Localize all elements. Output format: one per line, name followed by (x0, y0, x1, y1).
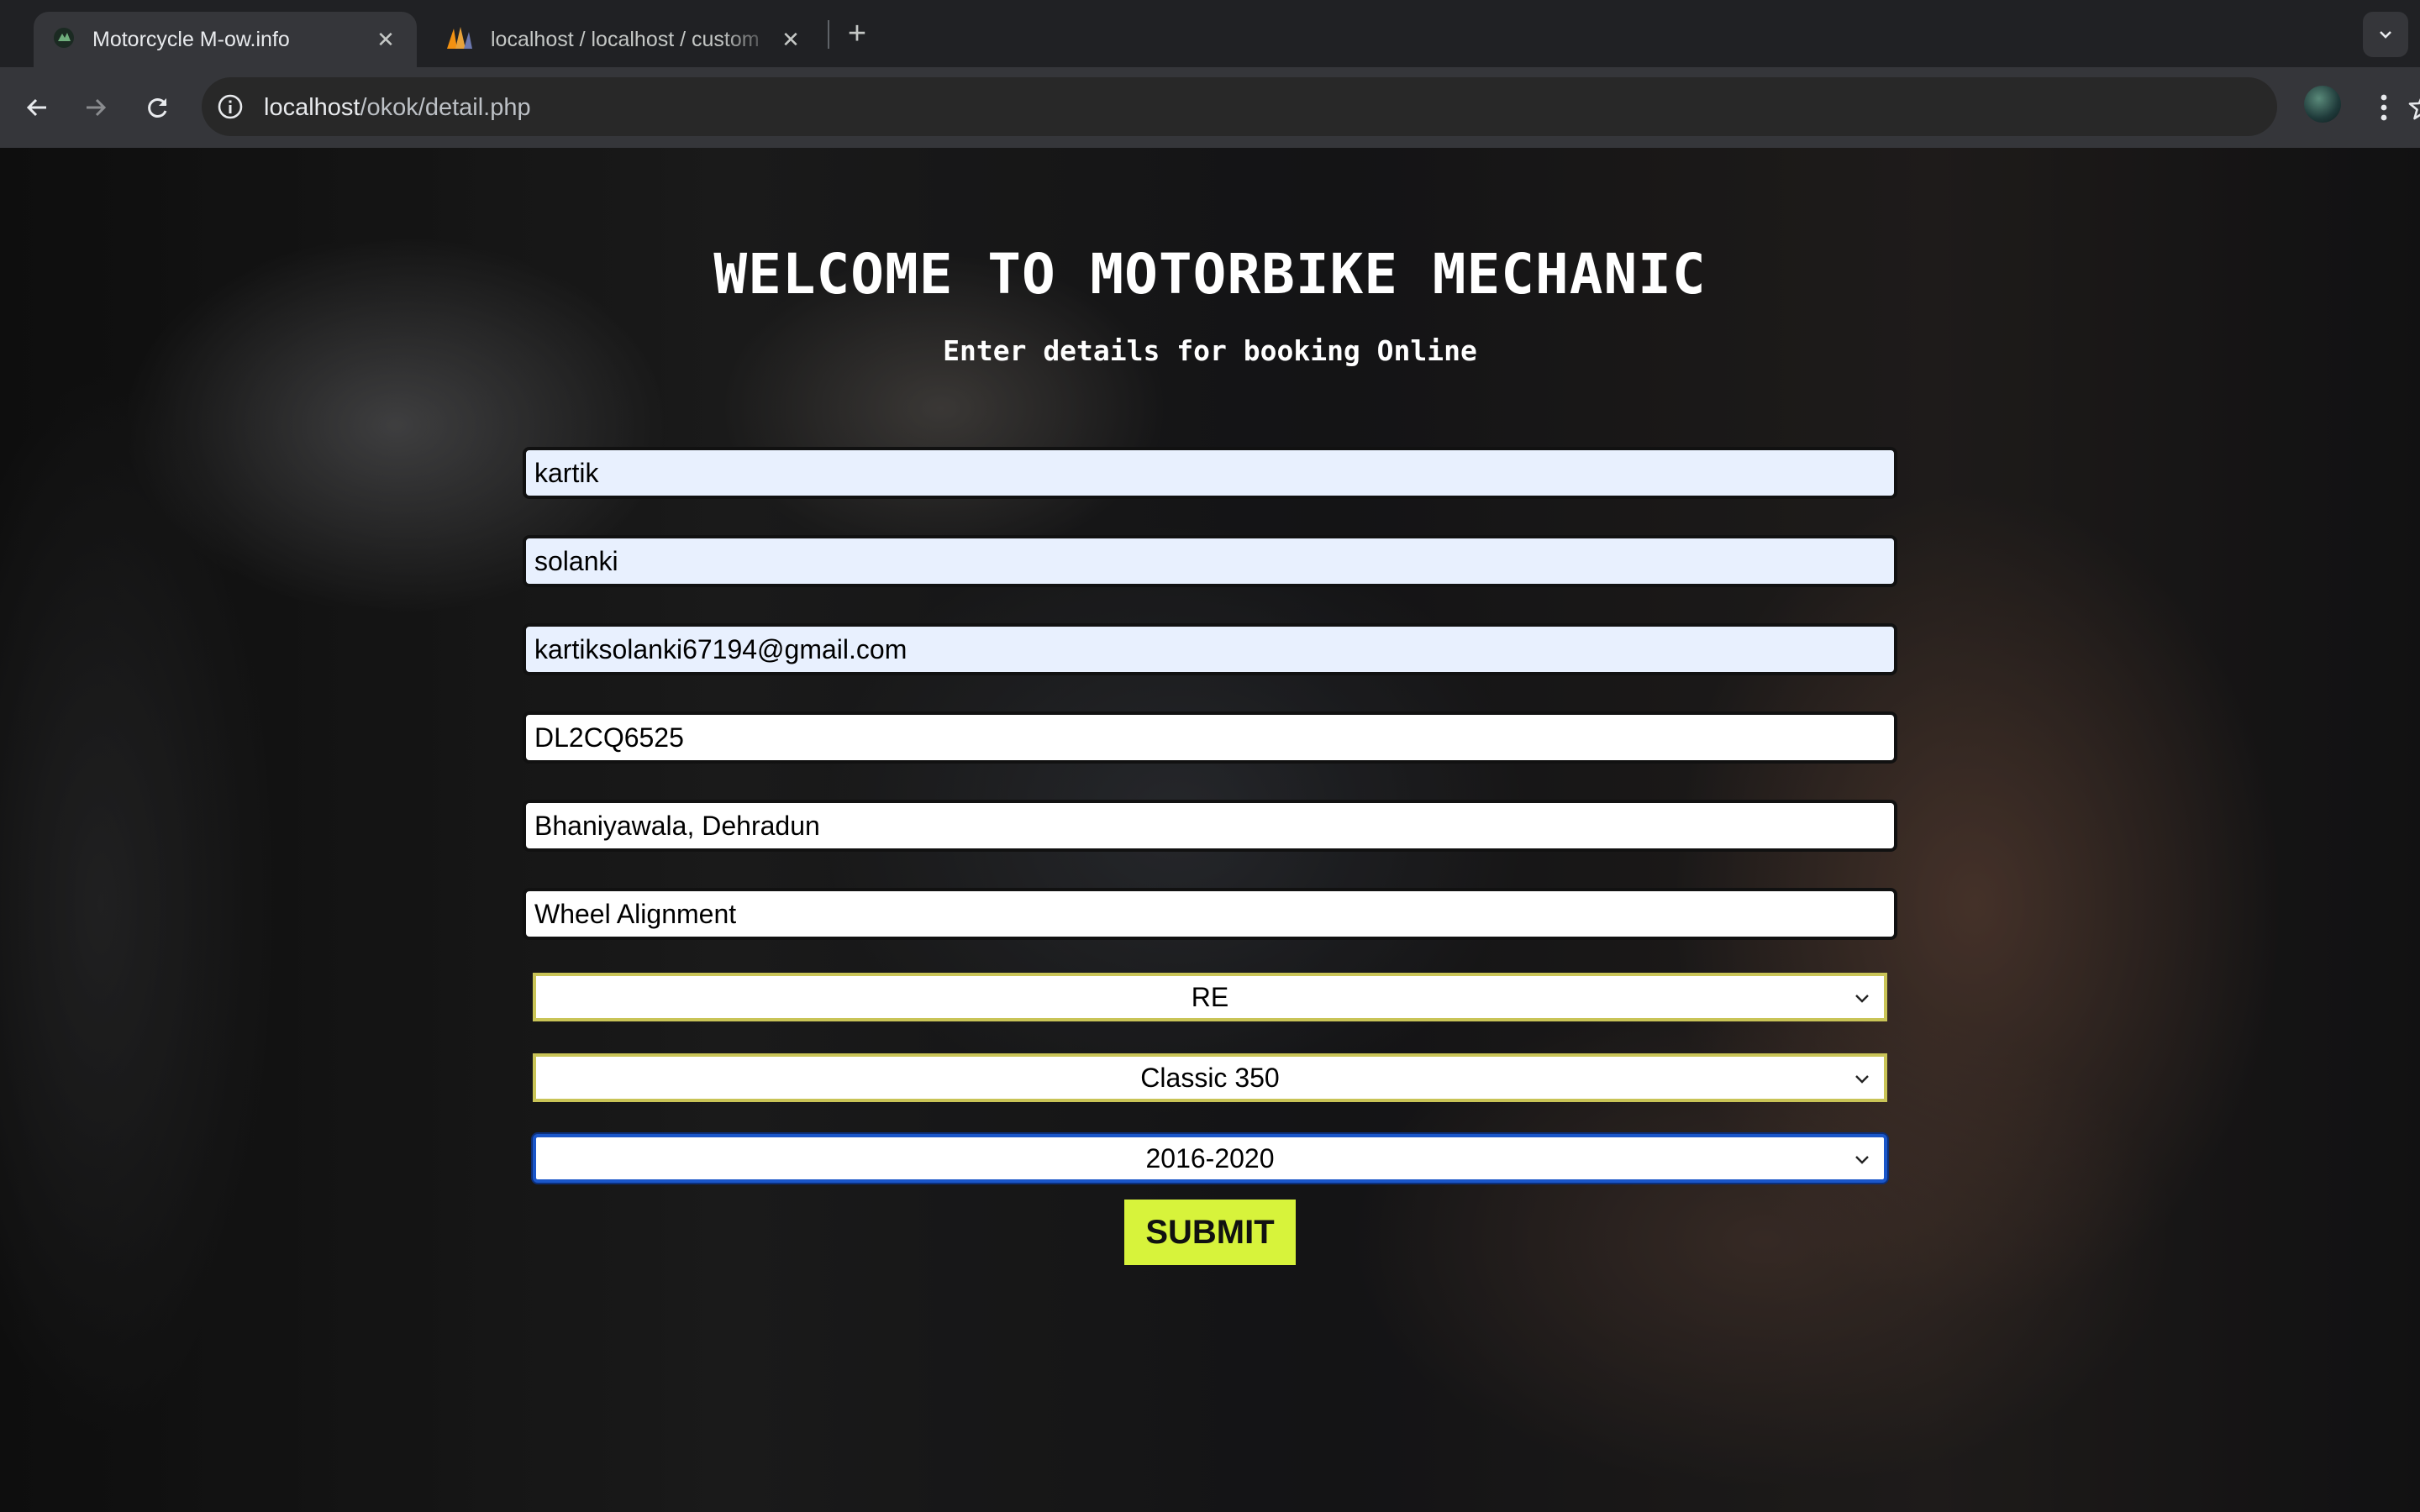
close-icon[interactable]: ✕ (373, 27, 398, 52)
more-menu-icon[interactable] (2363, 86, 2405, 129)
tab-divider (828, 20, 829, 49)
chevron-down-icon (1855, 995, 1869, 1003)
tab-strip: Motorcycle M-ow.info ✕ localhost / local… (0, 0, 2420, 67)
phpmyadmin-icon (445, 25, 474, 55)
reload-icon[interactable] (136, 86, 180, 129)
submit-button[interactable]: SUBMIT (1124, 1200, 1296, 1265)
tab-motorcycle[interactable]: Motorcycle M-ow.info ✕ (34, 12, 417, 67)
site-info-icon[interactable] (213, 90, 247, 123)
browser-toolbar: localhost/okok/detail.php (0, 67, 2420, 148)
page-subtitle: Enter details for booking Online (943, 334, 1477, 367)
address-input[interactable] (523, 800, 1897, 852)
year-select[interactable]: 2016-2020 (533, 1134, 1887, 1183)
model-select-value: Classic 350 (1140, 1062, 1280, 1093)
tab-title: Motorcycle M-ow.info (92, 27, 290, 51)
tab-title: localhost / localhost / custom (491, 27, 760, 51)
page-title: WELCOME TO MOTORBIKE MECHANIC (713, 242, 1707, 307)
address-bar[interactable]: localhost/okok/detail.php (202, 77, 2420, 136)
forward-arrow-icon[interactable] (74, 86, 118, 129)
url-path: /okok/detail.php (360, 94, 531, 121)
email-input[interactable] (523, 623, 1897, 675)
favicon-icon (52, 26, 76, 54)
first-name-input[interactable] (523, 447, 1897, 499)
new-tab-plus-icon[interactable]: + (840, 16, 874, 51)
page-background: WELCOME TO MOTORBIKE MECHANIC Enter deta… (0, 148, 2420, 1512)
url-text: localhost/okok/detail.php (264, 94, 531, 122)
chevron-down-icon (1855, 1156, 1869, 1164)
last-name-input[interactable] (523, 535, 1897, 587)
close-icon[interactable]: ✕ (778, 27, 803, 52)
year-select-value: 2016-2020 (1145, 1142, 1275, 1173)
bookmark-star-icon[interactable] (2403, 87, 2420, 126)
url-host: localhost (264, 94, 360, 121)
chevron-down-icon (1855, 1075, 1869, 1084)
profile-avatar[interactable] (2304, 86, 2341, 123)
tab-phpmyadmin[interactable]: localhost / localhost / custom ✕ (427, 12, 822, 67)
model-select[interactable]: Classic 350 (533, 1053, 1887, 1102)
service-input[interactable] (523, 888, 1897, 940)
back-arrow-icon[interactable] (15, 86, 59, 129)
tab-search-chevron-icon[interactable] (2363, 12, 2408, 57)
vehicle-number-input[interactable] (523, 711, 1897, 764)
brand-select[interactable]: RE (533, 973, 1887, 1021)
brand-select-value: RE (1191, 981, 1229, 1012)
